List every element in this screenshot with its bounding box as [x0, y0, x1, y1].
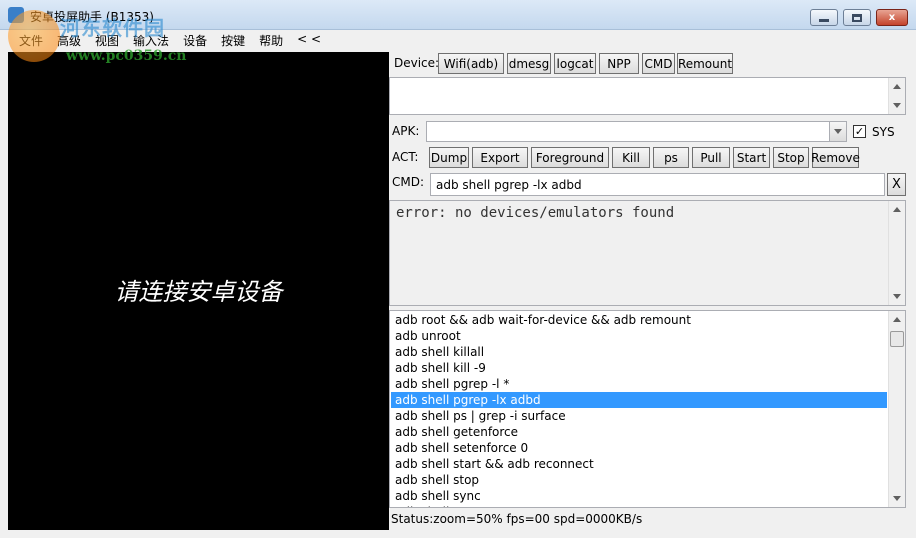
command-list-item[interactable]: adb shell start && adb reconnect [391, 456, 887, 472]
scroll-thumb[interactable] [890, 331, 904, 347]
apk-dropdown-button[interactable] [829, 122, 846, 141]
menu-keys[interactable]: 按键 [214, 30, 252, 50]
connect-device-message: 请连接安卓设备 [114, 278, 283, 306]
command-list-item[interactable]: adb shell stop [391, 472, 887, 488]
ps-button[interactable]: ps [653, 147, 689, 168]
output-text: error: no devices/emulators found [396, 205, 675, 221]
apk-label: APK: [392, 124, 420, 138]
scroll-down-icon [893, 496, 901, 501]
command-list[interactable]: adb root && adb wait-for-device && adb r… [389, 310, 906, 508]
title-bar: 安卓投屏助手 (B1353) x [0, 0, 916, 30]
command-list-item[interactable]: adb root && adb wait-for-device && adb r… [391, 312, 887, 328]
menu-input-method[interactable]: 输入法 [126, 30, 176, 50]
dmesg-button[interactable]: dmesg [507, 53, 551, 74]
command-list-item[interactable]: adb shell pgrep -lx adbd [391, 392, 887, 408]
act-label: ACT: [392, 150, 419, 164]
maximize-icon [852, 13, 862, 22]
minimize-icon [819, 18, 829, 22]
command-list-item[interactable]: adb shell killall [391, 344, 887, 360]
command-list-item[interactable]: adb shell sync [391, 488, 887, 504]
device-label: Device: [394, 56, 440, 70]
app-icon [8, 7, 24, 23]
scroll-up-icon [893, 207, 901, 212]
scroll-down-icon [893, 103, 901, 108]
kill-button[interactable]: Kill [612, 147, 650, 168]
command-list-item[interactable]: adb unroot [391, 328, 887, 344]
scroll-up-icon [893, 317, 901, 322]
command-list-item[interactable]: adb shell kill -9 [391, 360, 887, 376]
chevron-down-icon [834, 129, 842, 134]
start-button[interactable]: Start [733, 147, 770, 168]
menu-device[interactable]: 设备 [176, 30, 214, 50]
command-list-item[interactable]: adb shell pgrep -l * [391, 376, 887, 392]
menu-file[interactable]: 文件 [12, 30, 50, 50]
sys-checkbox[interactable]: ✓ [853, 125, 866, 138]
cmd-input[interactable]: adb shell pgrep -lx adbd [430, 173, 885, 196]
cmd-label: CMD: [392, 175, 425, 189]
menu-advanced[interactable]: 高级 [50, 30, 88, 50]
dump-button[interactable]: Dump [429, 147, 469, 168]
device-info-scrollbar[interactable] [888, 78, 905, 114]
stop-button[interactable]: Stop [773, 147, 809, 168]
foreground-button[interactable]: Foreground [531, 147, 609, 168]
output-area[interactable]: error: no devices/emulators found [389, 200, 906, 306]
command-list-item[interactable]: adb shell getenforce [391, 424, 887, 440]
close-button[interactable]: x [876, 9, 908, 26]
wifi-adb-button[interactable]: Wifi(adb) [438, 53, 504, 74]
menu-bar: 文件 高级 视图 输入法 设备 按键 帮助 < < [0, 30, 916, 50]
remount-button[interactable]: Remount [677, 53, 733, 74]
device-screen[interactable]: 请连接安卓设备 [8, 52, 389, 530]
window-title: 安卓投屏助手 (B1353) [30, 10, 154, 24]
sys-label: SYS [872, 125, 895, 139]
command-list-item[interactable]: adb shell ps | grep -i surface [391, 408, 887, 424]
output-scrollbar[interactable] [888, 201, 905, 305]
minimize-button[interactable] [810, 9, 838, 26]
maximize-button[interactable] [843, 9, 871, 26]
npp-button[interactable]: NPP [599, 53, 639, 74]
command-list-scrollbar[interactable] [888, 311, 905, 507]
status-bar: Status:zoom=50% fps=00 spd=0000KB/s [391, 512, 643, 526]
menu-help[interactable]: 帮助 [252, 30, 290, 50]
cmd-button[interactable]: CMD [642, 53, 675, 74]
scroll-down-icon [893, 294, 901, 299]
command-list-item[interactable]: adb shell setenforce 0 [391, 440, 887, 456]
pull-button[interactable]: Pull [692, 147, 730, 168]
control-panel: Device: Wifi(adb) dmesg logcat NPP CMD R… [389, 50, 909, 530]
scroll-up-icon [893, 84, 901, 89]
command-list-item[interactable]: adb shell uname -a [391, 504, 887, 507]
menu-collapse[interactable]: < < [290, 30, 328, 50]
clear-cmd-button[interactable]: X [887, 173, 906, 196]
device-info-area[interactable] [389, 77, 906, 115]
logcat-button[interactable]: logcat [554, 53, 596, 74]
menu-view[interactable]: 视图 [88, 30, 126, 50]
remove-button[interactable]: Remove [811, 147, 860, 168]
apk-combobox[interactable] [426, 121, 847, 142]
export-button[interactable]: Export [472, 147, 528, 168]
